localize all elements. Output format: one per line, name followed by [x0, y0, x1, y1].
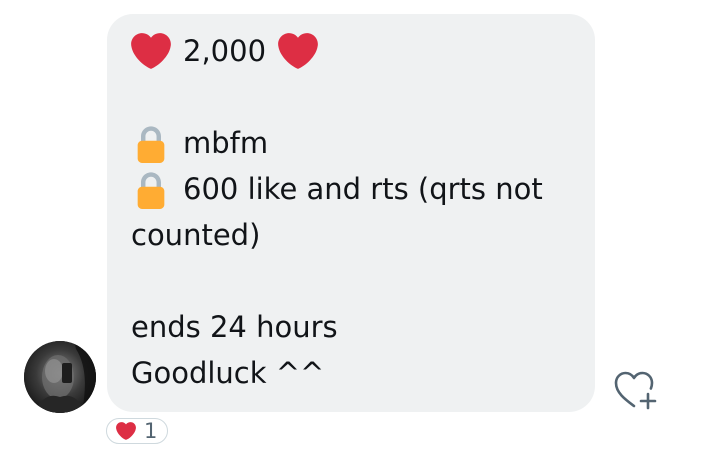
- heart-plus-icon: [614, 371, 657, 410]
- red-heart-icon: [131, 33, 171, 69]
- deadline-text: ends 24 hours: [131, 310, 338, 344]
- add-reaction-button[interactable]: [612, 368, 662, 412]
- lock-icon: [137, 126, 165, 163]
- dm-conversation: 2,000 mbfm 600 like and rts (qrts not co…: [0, 0, 720, 460]
- message-line-count: 2,000: [131, 28, 318, 74]
- lock-icon: [137, 172, 165, 209]
- rule-text: mbfm: [183, 126, 269, 160]
- red-heart-icon: [116, 422, 136, 440]
- avatar-photo: [24, 341, 96, 413]
- message-bubble[interactable]: 2,000 mbfm 600 like and rts (qrts not co…: [107, 14, 595, 412]
- goal-count-text: 2,000: [183, 34, 267, 68]
- rule-text: 600 like and rts (qrts not: [183, 172, 543, 206]
- message-line-rule-2-cont: counted): [131, 212, 260, 258]
- reaction-count: 1: [144, 419, 158, 443]
- closing-text: Goodluck ^^: [131, 356, 325, 390]
- message-line-deadline: ends 24 hours: [131, 304, 338, 350]
- rule-text: counted): [131, 218, 261, 252]
- avatar[interactable]: [24, 341, 96, 413]
- message-line-closing: Goodluck ^^: [131, 350, 324, 396]
- reaction-pill[interactable]: 1: [106, 418, 169, 444]
- message-line-rule-2: 600 like and rts (qrts not: [131, 166, 543, 212]
- message-line-rule-1: mbfm: [131, 120, 268, 166]
- red-heart-icon: [278, 33, 318, 69]
